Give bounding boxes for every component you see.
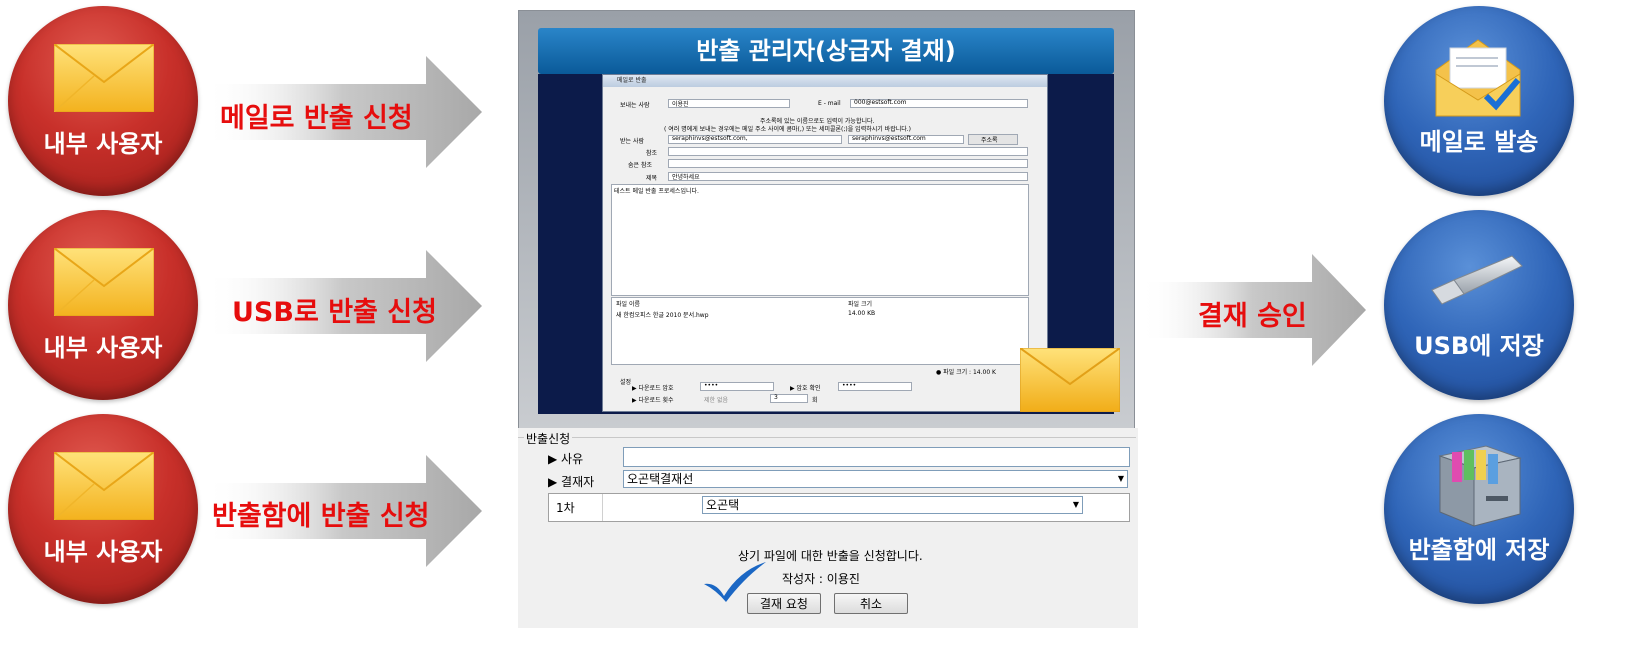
file-name-header: 파일 이름 bbox=[616, 301, 640, 308]
chevron-down-icon: ▼ bbox=[1117, 474, 1124, 483]
file-list[interactable]: 파일 이름 파일 크기 새 한컴오피스 한글 2010 문서.hwp 14.00… bbox=[611, 297, 1029, 365]
body-text: 테스트 메일 반출 프로세스입니다. bbox=[614, 188, 699, 195]
count-unit: 회 bbox=[812, 397, 818, 404]
approver-select[interactable]: 오곤택결재선 ▼ bbox=[623, 470, 1128, 488]
envelope-icon bbox=[54, 452, 154, 520]
addressbook-label: 주소록 bbox=[981, 137, 998, 144]
envelope-icon bbox=[54, 44, 154, 112]
email-label: E - mail bbox=[818, 100, 841, 107]
unlimited-option[interactable]: 제한 없음 bbox=[704, 395, 728, 404]
to-select-value: seraphinvs@estsoft.com bbox=[852, 135, 926, 142]
to-value: seraphinvs@estsoft.com, bbox=[672, 135, 748, 142]
mail-request-label: 메일로 반출 신청 bbox=[220, 103, 413, 134]
stage-approver-select[interactable]: 오곤택 ▼ bbox=[702, 496, 1083, 514]
file-row-name: 새 한컴오피스 한글 2010 문서.hwp bbox=[616, 312, 709, 319]
envelope-icon bbox=[54, 248, 154, 316]
outbox-save-circle: 반출함에 저장 bbox=[1384, 414, 1574, 604]
download-count-value: 3 bbox=[774, 394, 778, 401]
author-text: 작성자 : 이용진 bbox=[782, 572, 860, 586]
to-select[interactable]: seraphinvs@estsoft.com bbox=[848, 135, 964, 144]
download-pw-label: ▶ 다운로드 암호 bbox=[632, 385, 674, 392]
usb-request-label: USB로 반출 신청 bbox=[232, 297, 437, 328]
cc-field[interactable] bbox=[668, 147, 1028, 156]
subject-value: 안녕하세요 bbox=[672, 174, 700, 181]
usb-save-label: USB에 저장 bbox=[1414, 332, 1544, 360]
subject-field[interactable]: 안녕하세요 bbox=[668, 172, 1028, 181]
internal-user-label: 내부 사용자 bbox=[43, 130, 163, 158]
internal-user-label: 내부 사용자 bbox=[43, 538, 163, 566]
internal-user-label: 내부 사용자 bbox=[43, 334, 163, 362]
panel-title: 반출 관리자(상급자 결재) bbox=[538, 28, 1114, 74]
sender-value: 이용진 bbox=[672, 101, 689, 108]
internal-user-circle-1: 내부 사용자 bbox=[8, 6, 198, 196]
reason-label: ▶ 사유 bbox=[548, 452, 584, 466]
cancel-button[interactable]: 취소 bbox=[834, 593, 908, 614]
download-count-label: ▶ 다운로드 횟수 bbox=[632, 397, 674, 404]
outbox-save-label: 반출함에 저장 bbox=[1408, 536, 1550, 564]
chevron-down-icon: ▼ bbox=[1072, 500, 1079, 509]
sender-label: 보내는 사람 bbox=[620, 102, 650, 109]
file-cabinet-icon bbox=[1438, 445, 1522, 527]
settings-label: 설정 bbox=[620, 379, 632, 386]
internal-user-circle-2: 내부 사용자 bbox=[8, 210, 198, 400]
notice-line-2: ( 여러 명에게 보내는 경우에는 메일 주소 사이에 콤마(,) 또는 세미콜… bbox=[664, 126, 912, 133]
request-approval-button[interactable]: 결재 요청 bbox=[747, 593, 821, 614]
bcc-label: 숨은 참조 bbox=[628, 162, 652, 169]
open-mail-check-icon bbox=[1435, 39, 1521, 117]
reason-input[interactable] bbox=[623, 447, 1130, 467]
file-row-size: 14.00 KB bbox=[848, 310, 876, 317]
pw-confirm-label: ▶ 암호 확인 bbox=[790, 385, 821, 392]
pw-confirm-field[interactable]: •••• bbox=[838, 382, 912, 391]
cc-label: 참조 bbox=[646, 150, 658, 157]
stage-divider bbox=[602, 494, 603, 521]
email-field[interactable]: 000@estsoft.com bbox=[850, 99, 1028, 108]
addressbook-button[interactable]: 주소록 bbox=[968, 134, 1018, 145]
body-editor[interactable]: 테스트 메일 반출 프로세스입니다. bbox=[611, 184, 1029, 296]
pw-confirm-value: •••• bbox=[842, 382, 857, 389]
mail-send-circle: 메일로 발송 bbox=[1384, 6, 1574, 196]
sender-field[interactable]: 이용진 bbox=[668, 99, 790, 108]
download-pw-value: •••• bbox=[704, 382, 719, 389]
usb-save-circle: USB에 저장 bbox=[1384, 210, 1574, 400]
stage-approver-value: 오곤택 bbox=[706, 498, 740, 512]
approval-label: 결재 승인 bbox=[1198, 301, 1307, 332]
envelope-overlay-icon bbox=[1020, 348, 1120, 412]
outbox-request-label: 반출함에 반출 신청 bbox=[212, 501, 430, 532]
download-pw-field[interactable]: •••• bbox=[700, 382, 774, 391]
bcc-field[interactable] bbox=[668, 159, 1028, 168]
mail-send-label: 메일로 발송 bbox=[1419, 128, 1539, 156]
download-count-field[interactable]: 3 bbox=[770, 394, 808, 403]
usb-drive-icon bbox=[1431, 255, 1523, 305]
approver-label: ▶ 결재자 bbox=[548, 475, 595, 489]
dialog-title: 메일로 반출 bbox=[603, 75, 1047, 87]
to-field[interactable]: seraphinvs@estsoft.com, bbox=[668, 135, 842, 144]
total-size: ● 파일 크기 : 14.00 K bbox=[936, 369, 996, 376]
to-label: 받는 사람 bbox=[620, 138, 644, 145]
form-group-title: 반출신청 bbox=[524, 430, 573, 447]
file-size-header: 파일 크기 bbox=[848, 301, 872, 308]
subject-label: 제목 bbox=[646, 175, 658, 182]
approver-select-value: 오곤택결재선 bbox=[627, 472, 694, 486]
email-value: 000@estsoft.com bbox=[854, 99, 907, 106]
internal-user-circle-3: 내부 사용자 bbox=[8, 414, 198, 604]
stage-label: 1차 bbox=[556, 501, 575, 515]
